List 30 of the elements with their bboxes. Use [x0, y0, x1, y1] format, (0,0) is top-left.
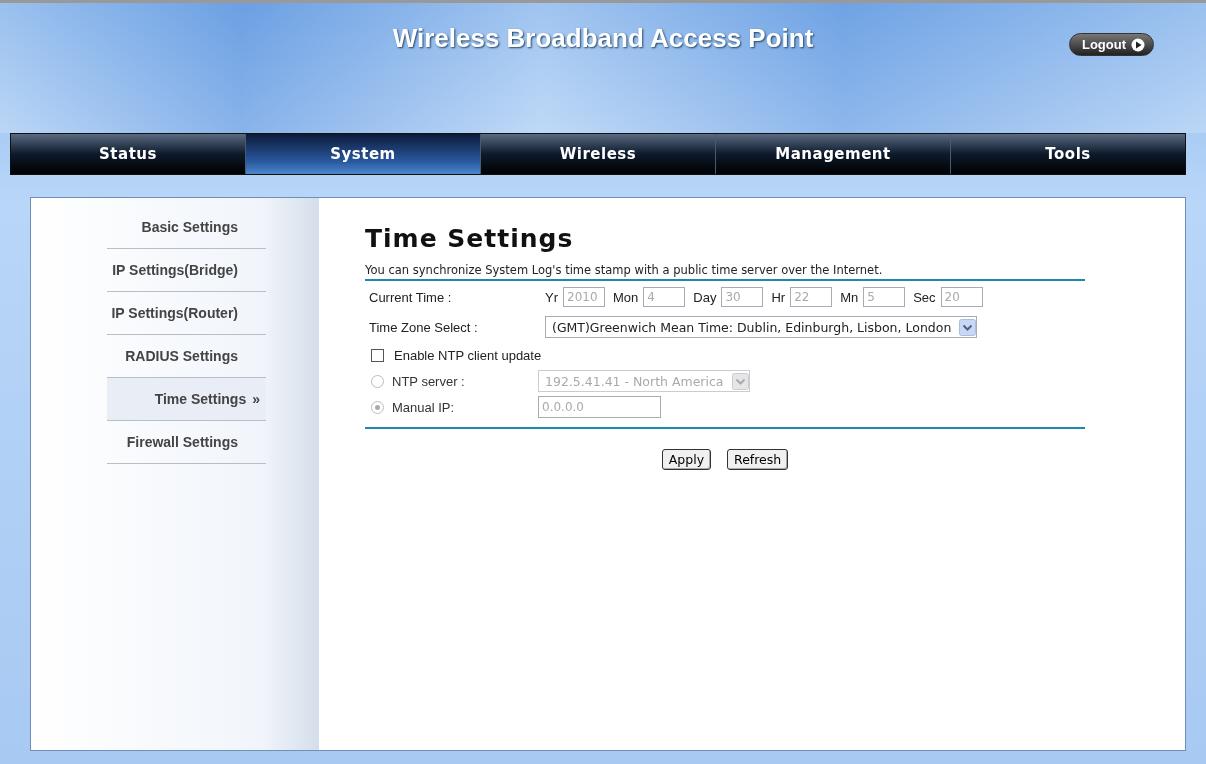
field-label: Day	[693, 289, 717, 305]
field-label: Mn	[840, 289, 859, 305]
play-circle-icon	[1131, 37, 1145, 52]
sidebar-item[interactable]: IP Settings(Router)	[107, 292, 266, 335]
action-button[interactable]: Apply	[661, 449, 712, 470]
sidebar-item[interactable]: Basic Settings	[107, 206, 266, 249]
logout-button[interactable]: Logout	[1068, 33, 1154, 56]
sidebar-item[interactable]: Firewall Settings	[107, 421, 266, 464]
field-label: Sec	[913, 289, 936, 305]
field-label: Time Zone Select :	[369, 319, 479, 335]
nav-tab[interactable]: Management	[716, 134, 951, 174]
action-button[interactable]: Refresh	[727, 449, 789, 470]
sidebar-item[interactable]: IP Settings(Bridge)	[107, 249, 266, 292]
nav-tab[interactable]: Wireless	[481, 134, 716, 174]
field-label: Yr	[545, 289, 558, 305]
checkbox-label: Enable NTP client update	[394, 347, 542, 363]
radio-label: NTP server :	[392, 373, 466, 389]
time-zone-dropdown[interactable]: (GMT)Greenwich Mean Time: Dublin, Edinburgh, Lisbon, London	[545, 316, 978, 338]
field-label: Mon	[613, 289, 639, 305]
page-title: Time Settings	[365, 224, 575, 253]
nav-tab[interactable]: Tools	[951, 134, 1185, 174]
page-description: You can synchronize System Log's time stamp with a public time server over the Internet.	[365, 263, 884, 279]
field-label: Hr	[771, 289, 786, 305]
checkbox[interactable]	[371, 348, 384, 362]
radio-label: Manual IP:	[392, 399, 456, 415]
site-title: Wireless Broadband Access Point	[392, 23, 814, 54]
double-chevron: »	[252, 391, 260, 407]
field-label: Current Time :	[369, 289, 453, 305]
sidebar-item[interactable]: Time Settings »	[107, 378, 266, 421]
nav-tab[interactable]: System	[246, 134, 481, 174]
